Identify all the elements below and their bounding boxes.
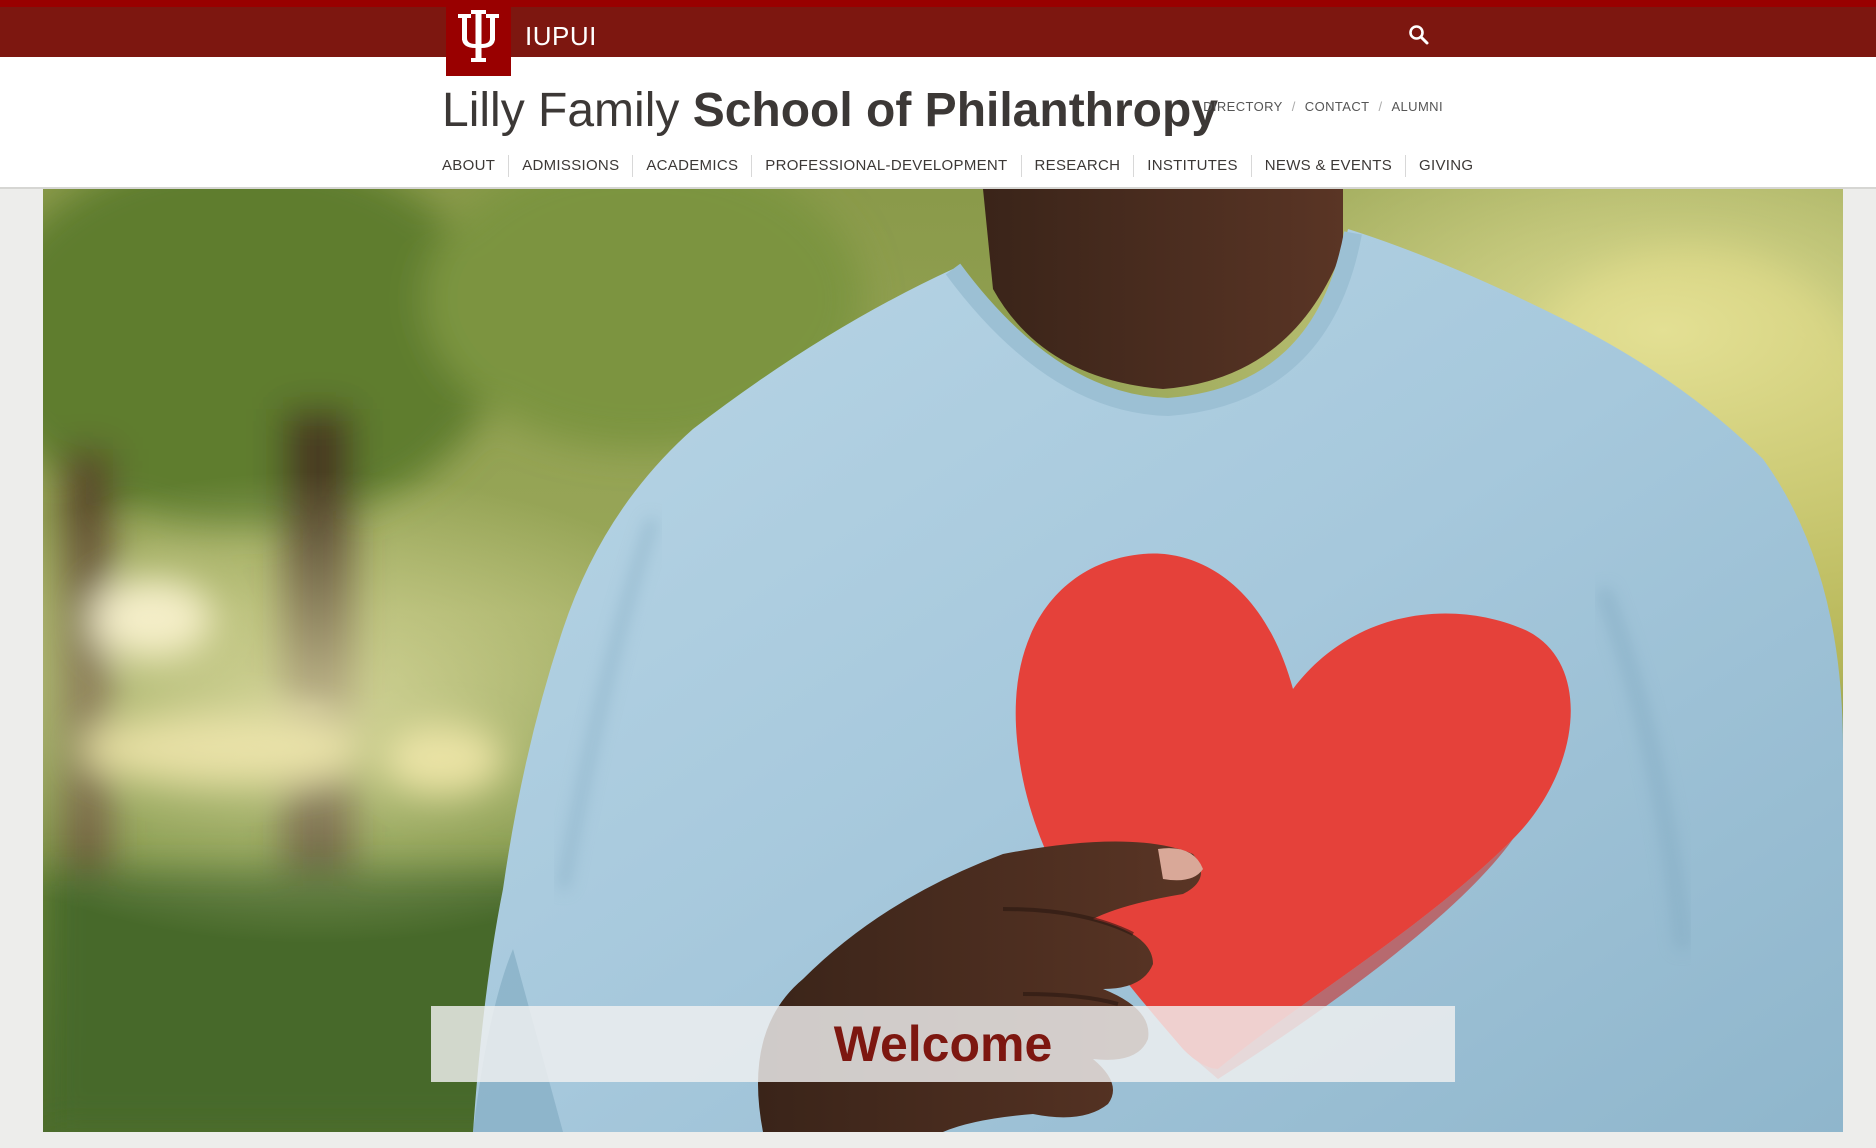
- utility-link-contact[interactable]: CONTACT: [1305, 99, 1370, 114]
- nav-item-giving[interactable]: GIVING: [1405, 155, 1473, 177]
- main-nav: ABOUT ADMISSIONS ACADEMICS PROFESSIONAL-…: [442, 151, 1473, 181]
- hero-image: [43, 189, 1843, 1132]
- iu-trident-icon[interactable]: [446, 0, 511, 76]
- welcome-heading: Welcome: [833, 1016, 1053, 1072]
- nav-item-professional-development[interactable]: PROFESSIONAL-DEVELOPMENT: [751, 155, 1020, 177]
- top-bar: IUPUI: [0, 0, 1876, 57]
- nav-item-institutes[interactable]: INSTITUTES: [1133, 155, 1251, 177]
- welcome-banner: Welcome: [431, 1006, 1455, 1082]
- utility-link-alumni[interactable]: ALUMNI: [1391, 99, 1443, 114]
- nav-item-news-events[interactable]: NEWS & EVENTS: [1250, 155, 1405, 177]
- utility-separator: /: [1291, 99, 1296, 114]
- nav-item-about[interactable]: ABOUT: [442, 155, 508, 177]
- utility-nav: DIRECTORY / CONTACT / ALUMNI: [1203, 99, 1443, 114]
- campus-link[interactable]: IUPUI: [525, 21, 597, 52]
- site-title[interactable]: Lilly Family School of Philanthropy: [442, 83, 1218, 138]
- nav-item-admissions[interactable]: ADMISSIONS: [508, 155, 632, 177]
- nav-item-academics[interactable]: ACADEMICS: [632, 155, 751, 177]
- search-icon[interactable]: [1406, 22, 1432, 48]
- site-title-light: Lilly Family: [442, 84, 693, 137]
- utility-link-directory[interactable]: DIRECTORY: [1203, 99, 1283, 114]
- nav-item-research[interactable]: RESEARCH: [1020, 155, 1134, 177]
- utility-separator: /: [1378, 99, 1383, 114]
- site-title-bold: School of Philanthropy: [692, 84, 1219, 137]
- site-header: Lilly Family School of Philanthropy DIRE…: [0, 57, 1876, 189]
